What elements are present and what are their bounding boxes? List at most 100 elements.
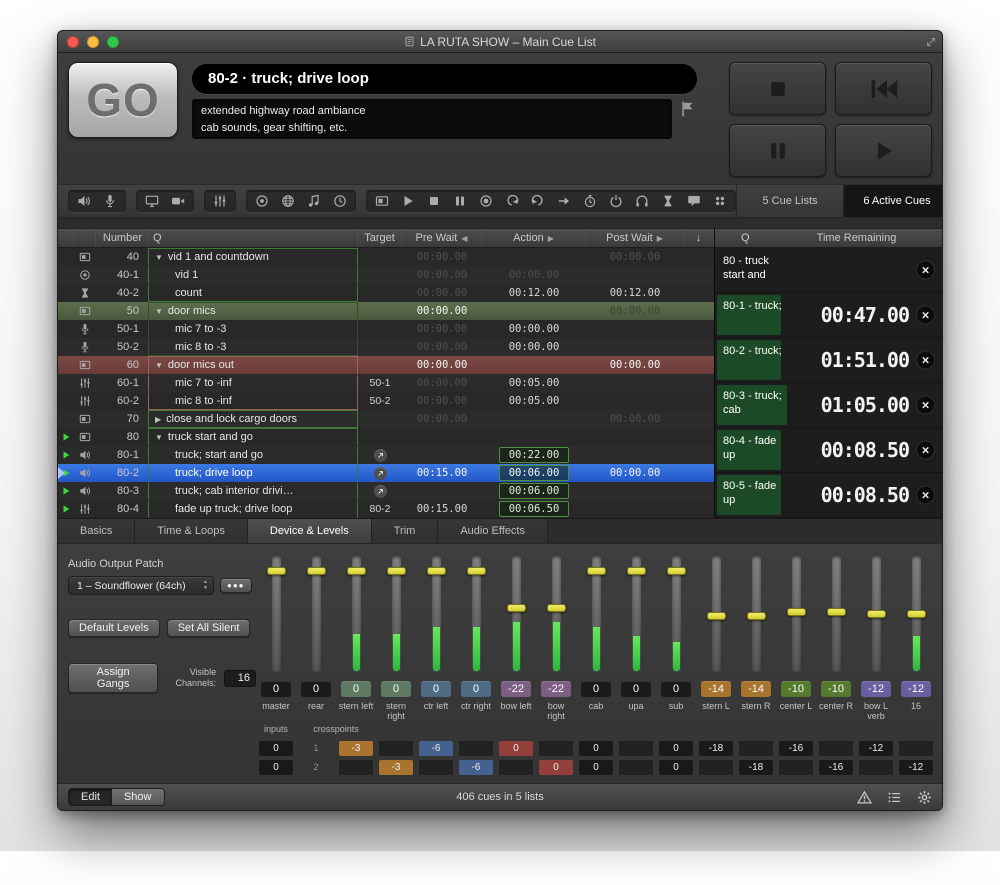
crosspoint-cell[interactable]: 0 [659,760,693,775]
show-mode-button[interactable]: Show [112,789,164,805]
fader-handle-icon[interactable] [827,608,846,616]
channel-level-value[interactable]: -12 [901,681,931,697]
active-cue-item[interactable]: 80-4 - fade up00:08.50× [715,428,942,473]
cue-action[interactable]: 00:00.00 [482,338,586,356]
fader-handle-icon[interactable] [867,610,886,618]
channel-level-value[interactable]: -10 [821,681,851,697]
channel-level-value[interactable]: 0 [261,681,291,697]
channel-fader[interactable] [352,556,361,672]
channel-level-value[interactable]: 0 [381,681,411,697]
audio-patch-select[interactable]: 1 – Soundflower (64ch) ▲▼ [68,576,214,595]
set-all-silent-button[interactable]: Set All Silent [167,619,251,637]
column-header-action[interactable]: Action ▶ [482,229,586,247]
crosspoint-cell[interactable]: 0 [579,741,613,756]
tab-audio-effects[interactable]: Audio Effects [438,519,548,543]
crosspoint-cell[interactable]: -16 [819,760,853,775]
channel-level-value[interactable]: 0 [421,681,451,697]
crosspoint-cell[interactable]: -12 [859,741,893,756]
channel-level-value[interactable]: 0 [301,681,331,697]
cue-target[interactable] [358,464,402,482]
cue-action[interactable]: 00:06.50 [482,500,586,518]
crosspoint-cell[interactable]: 0 [579,760,613,775]
crosspoint-cell[interactable] [419,760,453,775]
cue-action[interactable]: 00:12.00 [482,284,586,302]
fader-handle-icon[interactable] [427,567,446,575]
cue-post-wait[interactable]: 00:00.00 [586,356,684,374]
pause-icon[interactable] [453,194,467,208]
cue-row[interactable]: 60▼door mics out00:00.0000:00.00 [58,356,714,374]
cue-target[interactable] [358,446,402,464]
tab-6-active-cues[interactable]: 6 Active Cues [843,185,943,217]
cue-row[interactable]: 50-2mic 8 to -300:00.0000:00.00 [58,338,714,356]
cue-row[interactable]: 70▶close and lock cargo doors00:00.0000:… [58,410,714,428]
timer-icon[interactable] [583,194,597,208]
crosspoint-cell[interactable]: 0 [259,741,293,756]
globe-icon[interactable] [281,194,295,208]
visible-channels-value[interactable]: 16 [224,670,256,687]
channel-level-value[interactable]: 0 [581,681,611,697]
fader-handle-icon[interactable] [347,567,366,575]
channel-fader[interactable] [592,556,601,672]
active-cue-item[interactable]: 80-3 - truck; cab01:05.00× [715,383,942,428]
redo-icon[interactable] [531,194,545,208]
stop-button[interactable] [729,62,826,115]
cue-action[interactable]: 00:06.00 [482,482,586,500]
close-active-cue-button[interactable]: × [916,351,935,370]
crosspoint-cell[interactable] [619,741,653,756]
channel-fader[interactable] [512,556,521,672]
gear-icon[interactable] [917,790,932,805]
target-link-icon[interactable] [374,449,387,462]
cue-pre-wait[interactable]: 00:15.00 [402,464,482,482]
titlebar[interactable]: LA RUTA SHOW – Main Cue List [58,31,942,53]
cue-target[interactable]: 50-1 [358,374,402,392]
channel-fader[interactable] [552,556,561,672]
crosspoint-cell[interactable]: 0 [259,760,293,775]
channel-fader[interactable] [312,556,321,672]
channel-level-value[interactable]: 0 [341,681,371,697]
cue-row[interactable]: 40-2count00:00.0000:12.0000:12.00 [58,284,714,302]
crosspoint-cell[interactable]: -16 [779,741,813,756]
edit-mode-button[interactable]: Edit [69,789,112,805]
crosspoint-cell[interactable]: 0 [659,741,693,756]
close-window-button[interactable] [67,36,79,48]
crosspoint-cell[interactable]: -18 [739,760,773,775]
fader-handle-icon[interactable] [907,610,926,618]
zoom-window-button[interactable] [107,36,119,48]
record-icon[interactable] [479,194,493,208]
cue-notes[interactable]: extended highway road ambiance cab sound… [192,99,672,139]
fader-handle-icon[interactable] [547,604,566,612]
play-icon[interactable] [401,194,415,208]
crosspoint-cell[interactable]: -3 [339,741,373,756]
slide-icon[interactable] [375,194,389,208]
disclosure-triangle-icon[interactable]: ▼ [155,253,163,262]
crosspoint-cell[interactable] [499,760,533,775]
fader-handle-icon[interactable] [387,567,406,575]
disclosure-triangle-icon[interactable]: ▼ [155,361,163,370]
channel-level-value[interactable]: -14 [741,681,771,697]
tab-device-levels[interactable]: Device & Levels [248,519,372,543]
default-levels-button[interactable]: Default Levels [68,619,160,637]
cue-row[interactable]: 80▼truck start and go [58,428,714,446]
fader-handle-icon[interactable] [707,612,726,620]
crosspoint-cell[interactable]: -3 [379,760,413,775]
cue-row[interactable]: 60-2mic 8 to -inf50-200:00.0000:05.00 [58,392,714,410]
crosspoint-cell[interactable] [619,760,653,775]
channel-fader[interactable] [912,556,921,672]
group-icon[interactable] [713,194,727,208]
crosspoint-cell[interactable]: -6 [419,741,453,756]
channel-level-value[interactable]: 0 [621,681,651,697]
active-cue-item[interactable]: 80-5 - fade up00:08.50× [715,473,942,518]
crosspoint-cell[interactable] [899,741,933,756]
crosspoint-cell[interactable]: 0 [539,760,573,775]
flag-icon[interactable] [679,100,697,118]
clock-icon[interactable] [333,194,347,208]
channel-fader[interactable] [472,556,481,672]
warning-icon[interactable] [857,790,872,805]
active-cue-item[interactable]: 80-1 - truck;00:47.00× [715,293,942,338]
fader-handle-icon[interactable] [267,567,286,575]
channel-fader[interactable] [392,556,401,672]
channel-fader[interactable] [832,556,841,672]
disclosure-triangle-icon[interactable]: ▶ [155,415,161,424]
camera-icon[interactable] [171,194,185,208]
channel-level-value[interactable]: 0 [461,681,491,697]
